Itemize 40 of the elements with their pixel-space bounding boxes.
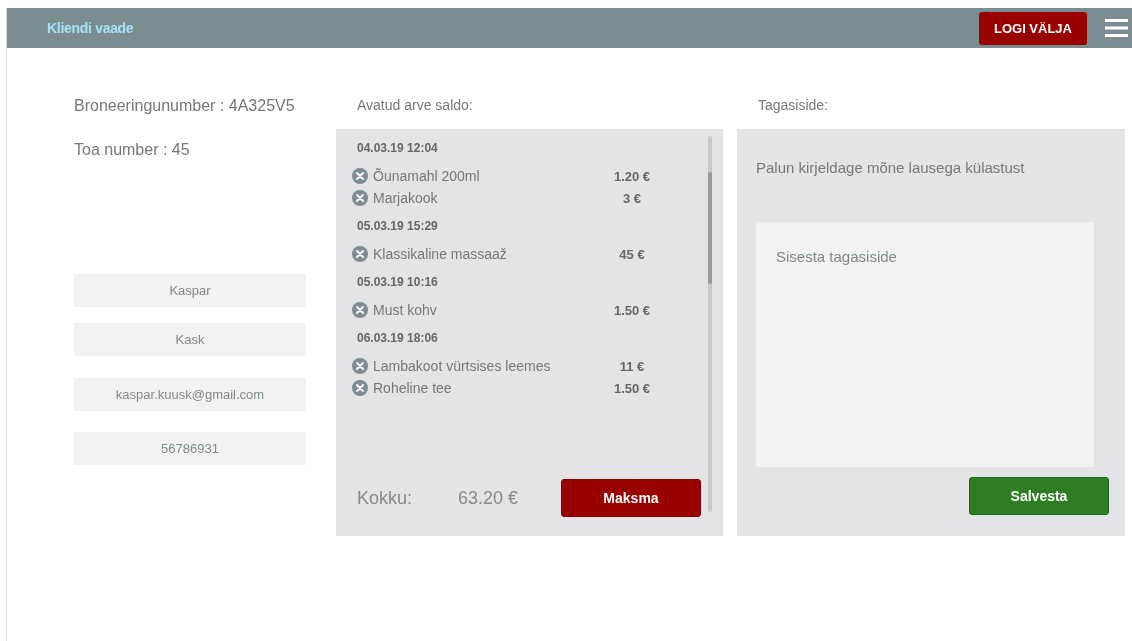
bill-date: 06.03.19 18:06 <box>357 331 439 345</box>
info-field[interactable]: 56786931 <box>74 432 306 465</box>
feedback-field[interactable]: Sisesta tagasiside <box>756 222 1094 467</box>
room-number: Toa number : 45 <box>74 141 191 159</box>
bill-item: Klassikaline massaaž <box>373 246 508 262</box>
logout-button[interactable]: LOGI VÄLJA <box>979 11 1087 45</box>
item-price: 11 € <box>618 358 646 374</box>
remove-icon[interactable] <box>352 190 368 206</box>
bill-item: Lambakoot vürtsises leemes <box>373 358 552 374</box>
bill-date: 05.03.19 10:16 <box>357 275 439 289</box>
remove-icon[interactable] <box>352 380 368 396</box>
bill-date: 05.03.19 15:29 <box>357 219 439 233</box>
bill-item: Roheline tee <box>373 380 453 396</box>
remove-icon[interactable] <box>352 302 368 318</box>
remove-icon[interactable] <box>352 246 368 262</box>
item-price: 1.50 € <box>612 302 652 318</box>
bill-date: 04.03.19 12:04 <box>357 141 439 155</box>
feedback-heading: Tagasiside: <box>758 97 830 115</box>
info-field[interactable]: kaspar.kuusk@gmail.com <box>74 378 306 411</box>
info-field[interactable]: Kaspar <box>74 274 306 307</box>
info-field[interactable]: Kask <box>74 323 306 356</box>
bill-item: Marjakook <box>373 190 439 206</box>
page-title: Kliendi vaade <box>47 20 135 36</box>
bill-item: Õunamahl 200ml <box>373 168 481 184</box>
item-price: 1.50 € <box>612 380 652 396</box>
remove-icon[interactable] <box>352 358 368 374</box>
total-label: Kokku: <box>357 487 414 509</box>
pay-button[interactable]: Maksma <box>561 479 701 517</box>
bill-item: Must kohv <box>373 302 438 318</box>
save-button[interactable]: Salvesta <box>969 477 1109 515</box>
booking-number: Broneeringunumber : 4A325V5 <box>74 97 296 116</box>
bill-heading: Avatud arve saldo: <box>357 97 474 115</box>
total-amount: 63.20 € <box>458 487 520 509</box>
item-price: 3 € <box>621 190 643 206</box>
remove-icon[interactable] <box>352 168 368 184</box>
item-price: 1.20 € <box>612 168 652 184</box>
feedback-prompt: Palun kirjeldage mõne lausega külastust <box>756 159 1026 176</box>
scrollbar[interactable] <box>708 136 712 512</box>
menu-icon[interactable] <box>1105 19 1128 37</box>
item-price: 45 € <box>618 246 646 262</box>
